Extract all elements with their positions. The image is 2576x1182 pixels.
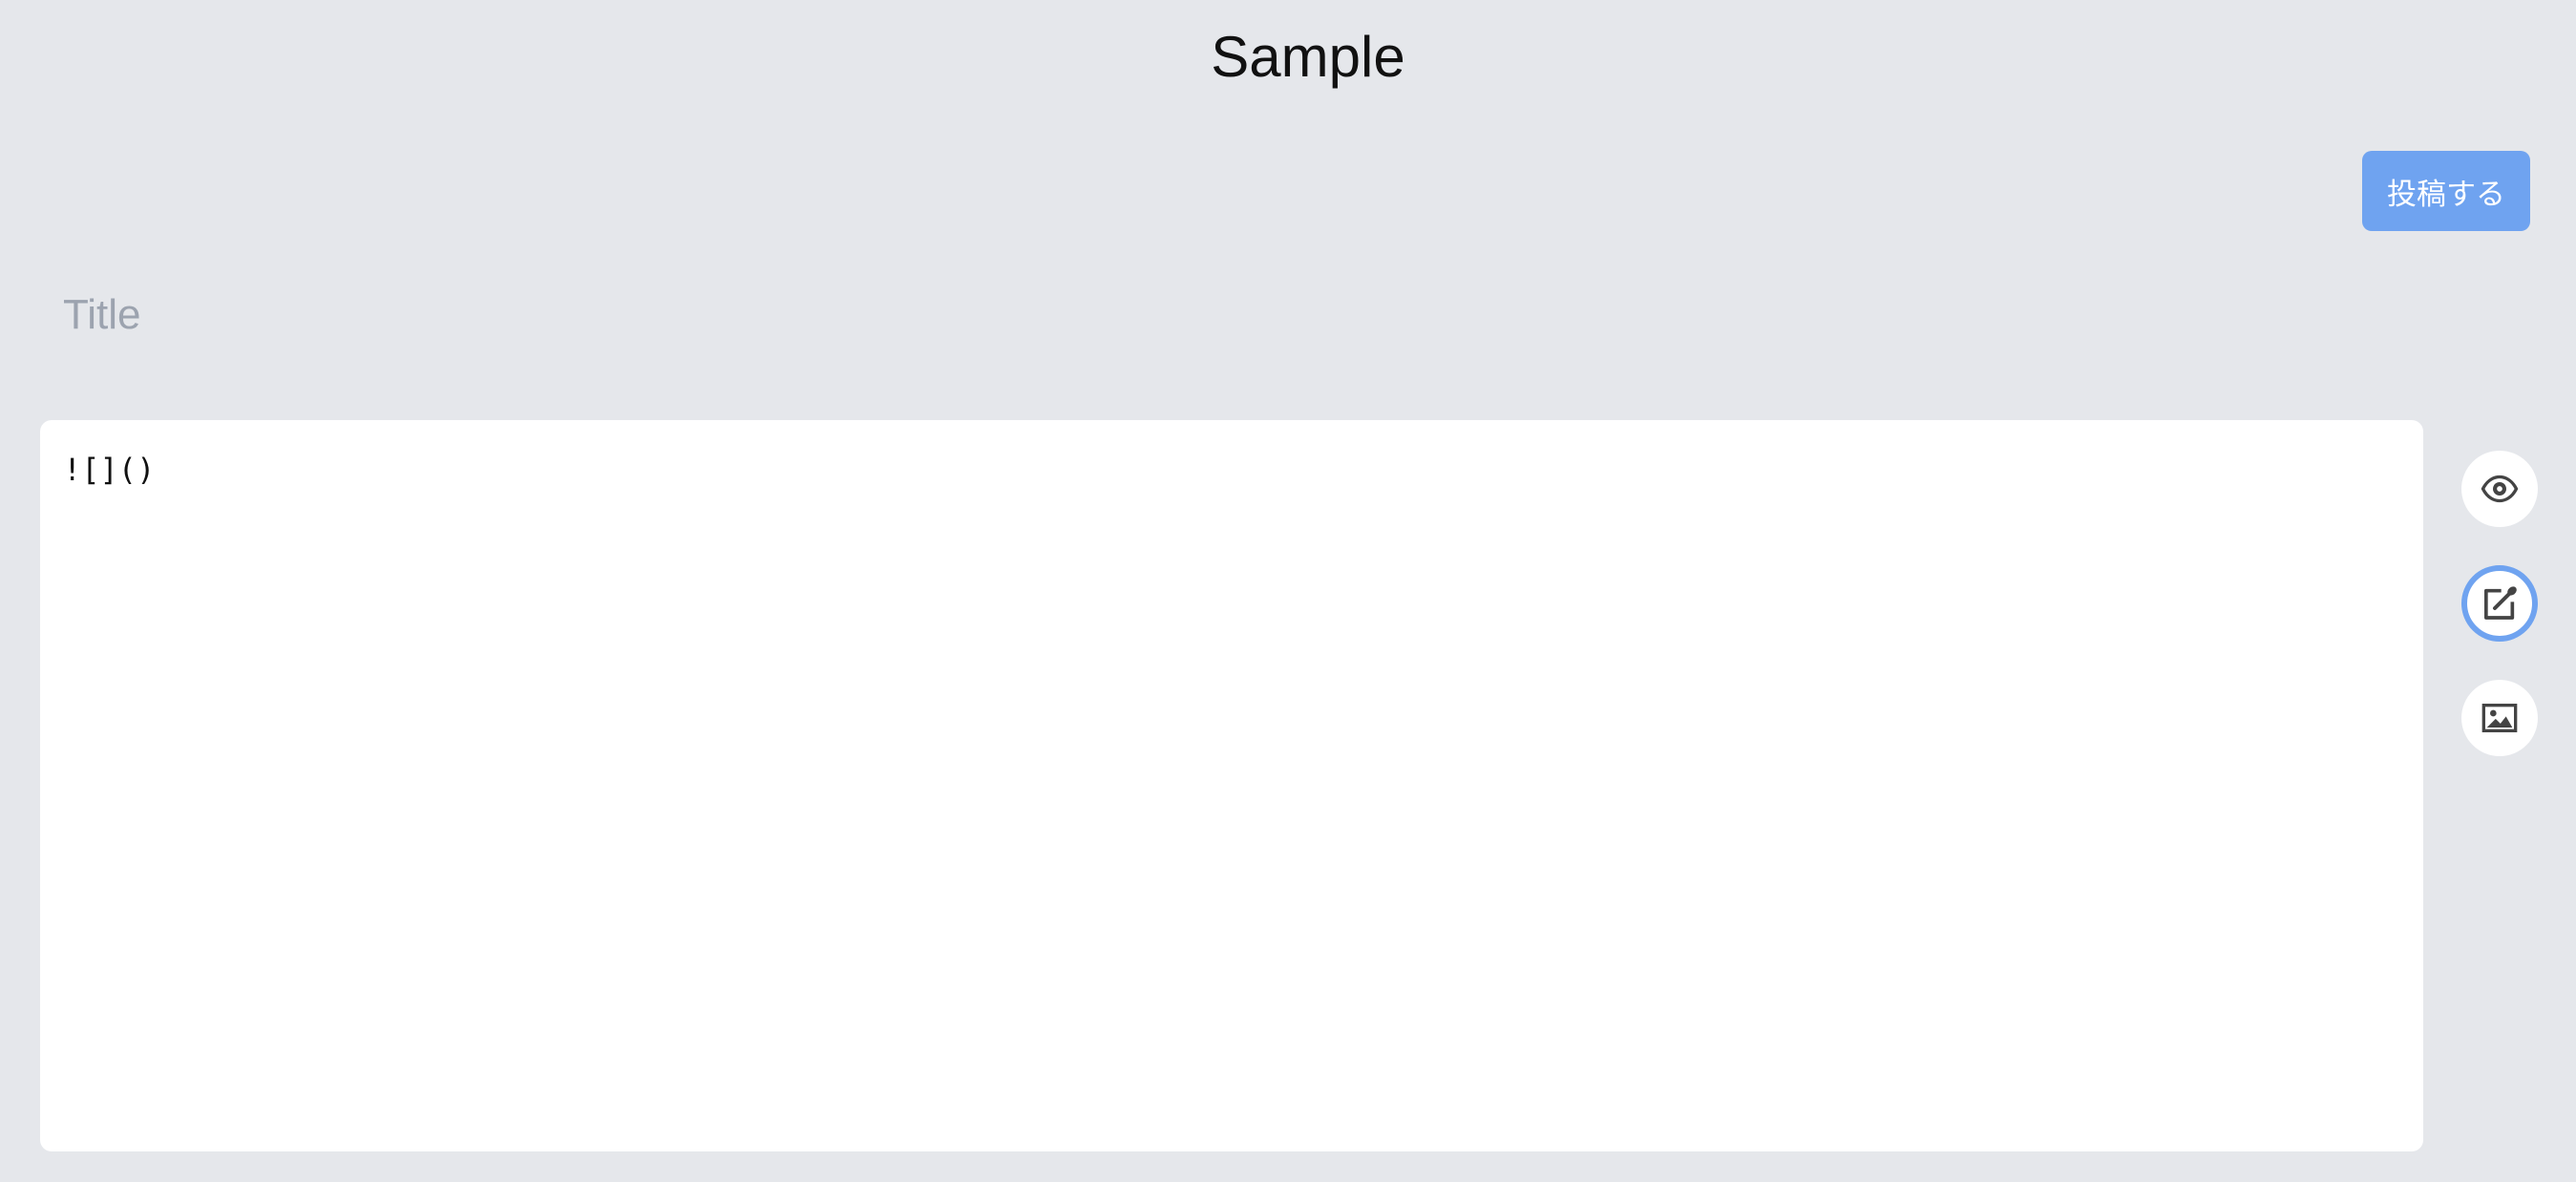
editor-panel <box>40 420 2423 1151</box>
edit-icon <box>2481 584 2519 623</box>
eye-icon <box>2481 470 2519 508</box>
post-button[interactable]: 投稿する <box>2362 151 2530 231</box>
title-input[interactable] <box>40 277 1950 353</box>
edit-button[interactable] <box>2461 565 2538 642</box>
page-title: Sample <box>1211 25 1405 89</box>
insert-image-button[interactable] <box>2461 680 2538 756</box>
image-icon <box>2481 699 2519 737</box>
body-editor[interactable] <box>40 420 2423 1151</box>
preview-button[interactable] <box>2461 451 2538 527</box>
